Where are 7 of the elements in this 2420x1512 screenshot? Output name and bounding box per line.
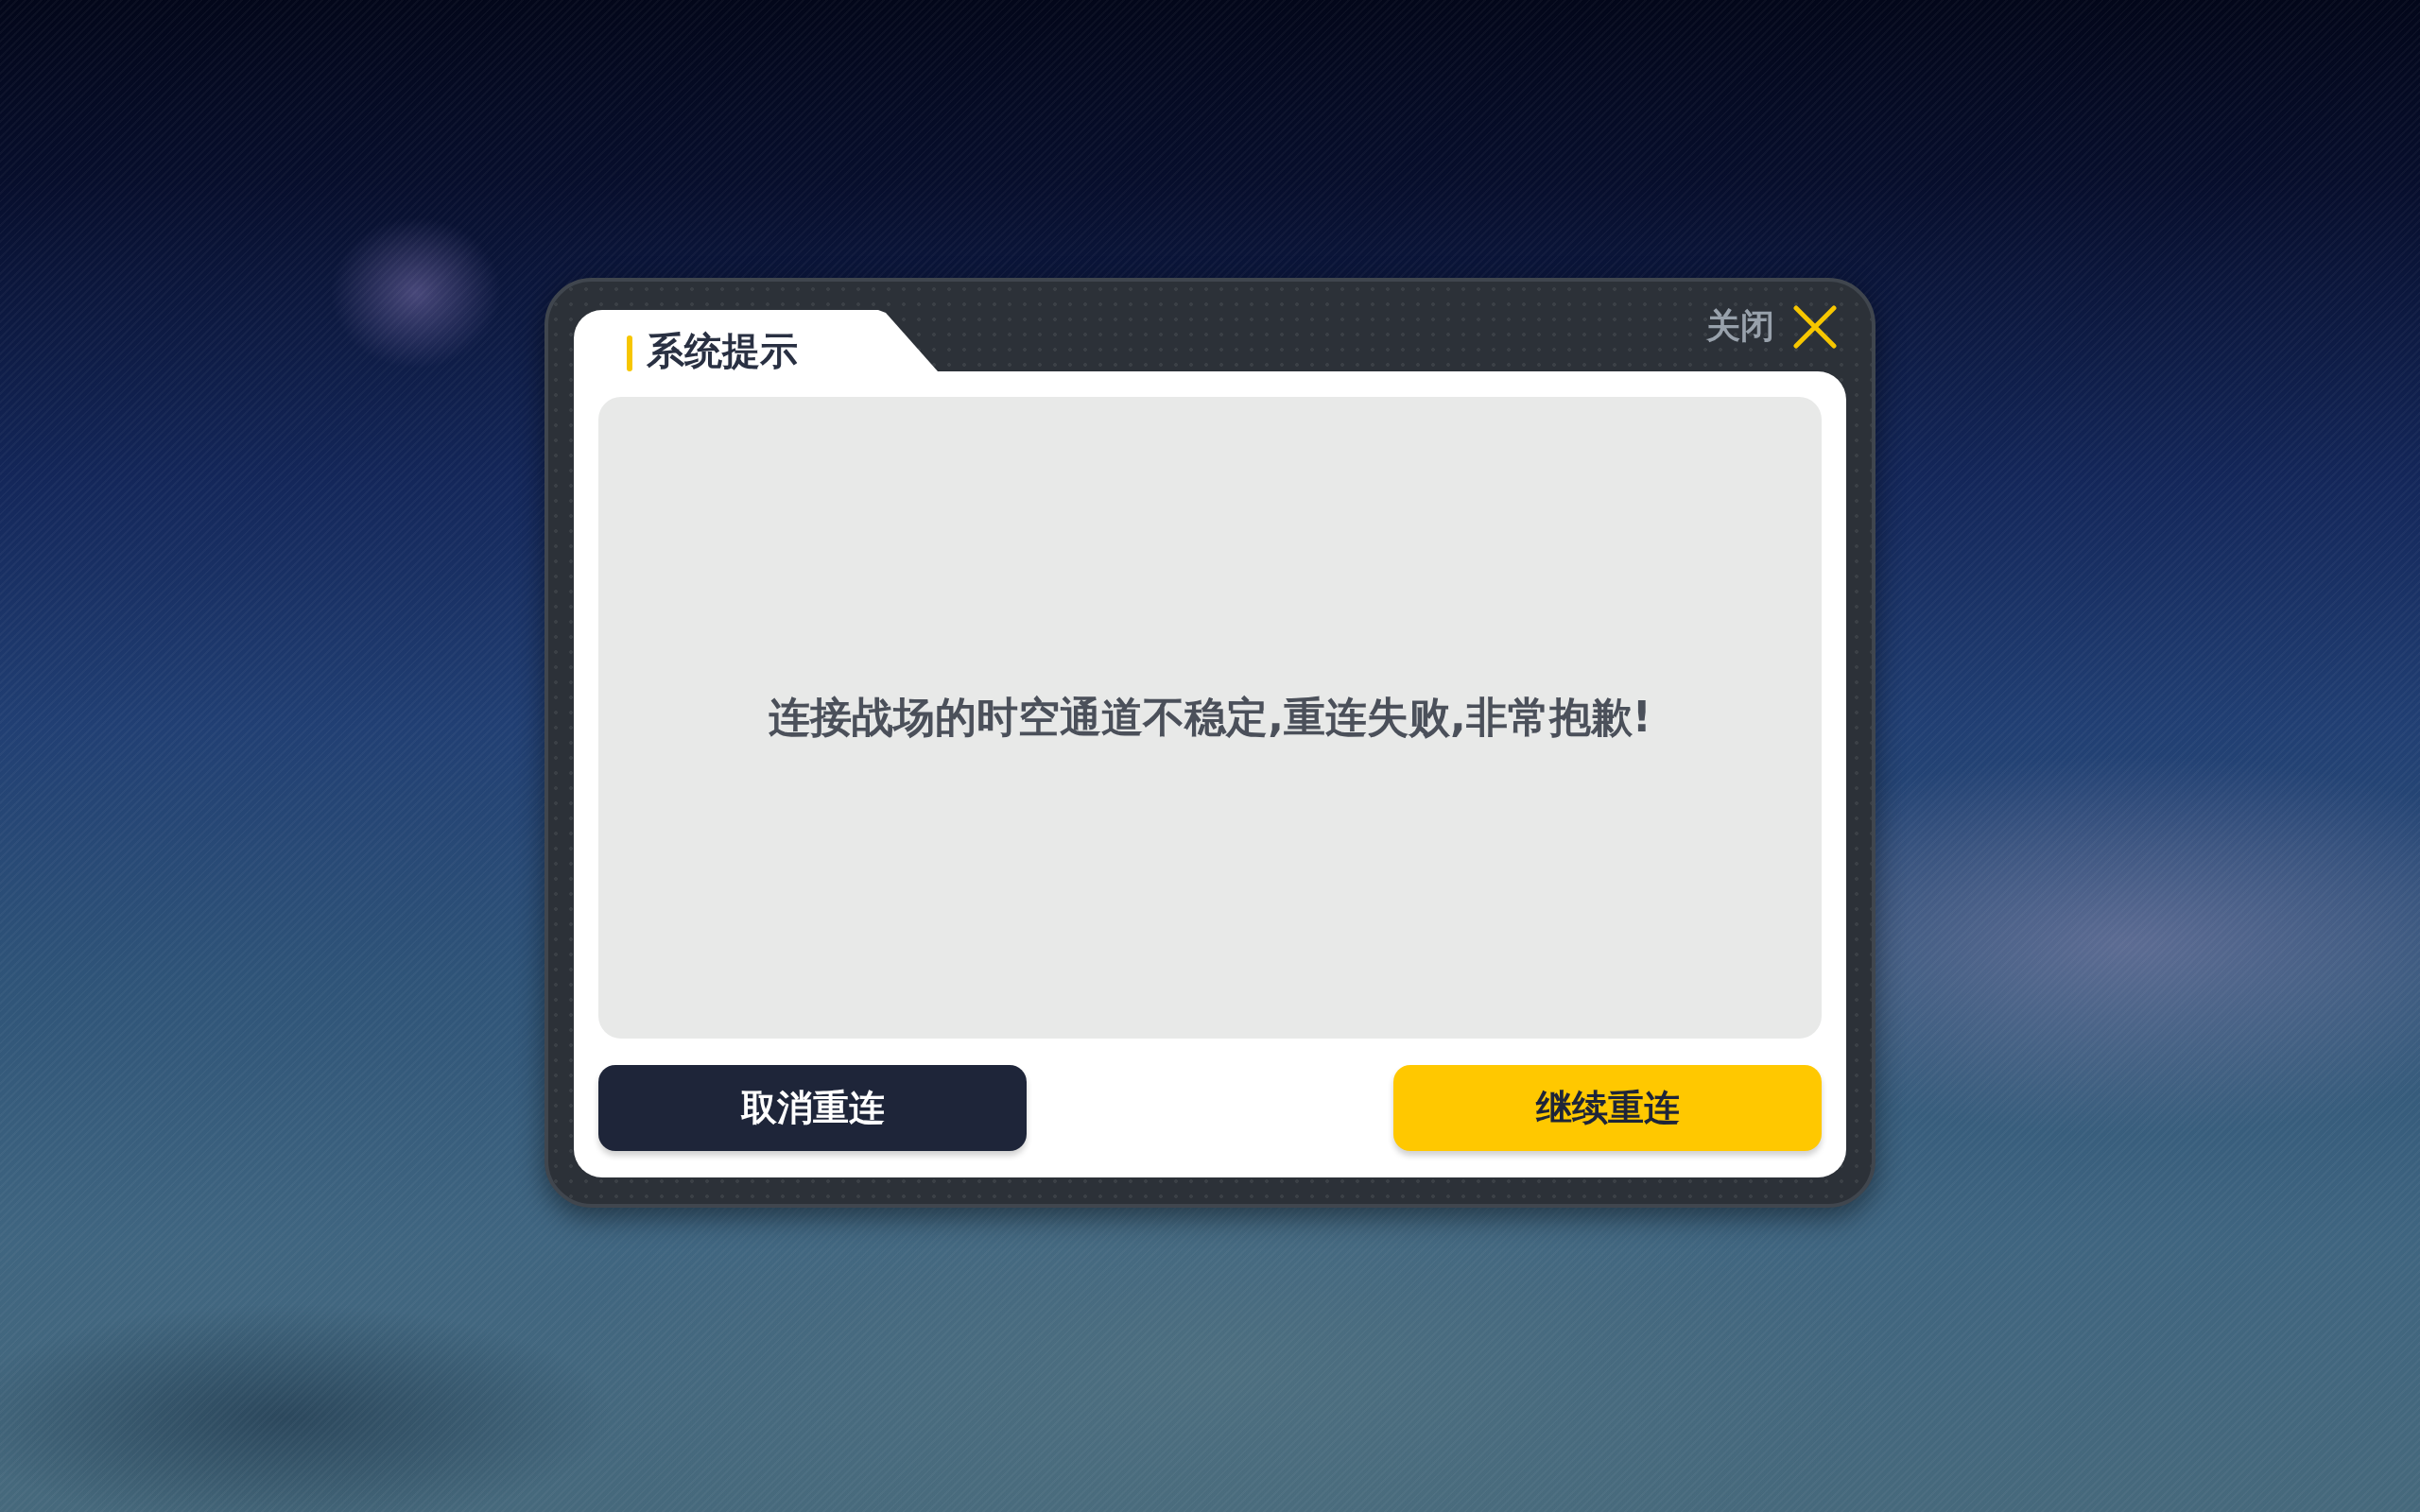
close-button[interactable]: 关闭 <box>1706 303 1837 350</box>
continue-button[interactable]: 继续重连 <box>1393 1065 1822 1151</box>
dialog-title: 系统提示 <box>647 330 798 371</box>
close-icon <box>1793 304 1837 349</box>
message-text: 连接战场的时空通道不稳定,重连失败,非常抱歉! <box>769 692 1651 743</box>
cancel-button[interactable]: 取消重连 <box>598 1065 1027 1151</box>
accent-bar-icon <box>627 335 632 371</box>
